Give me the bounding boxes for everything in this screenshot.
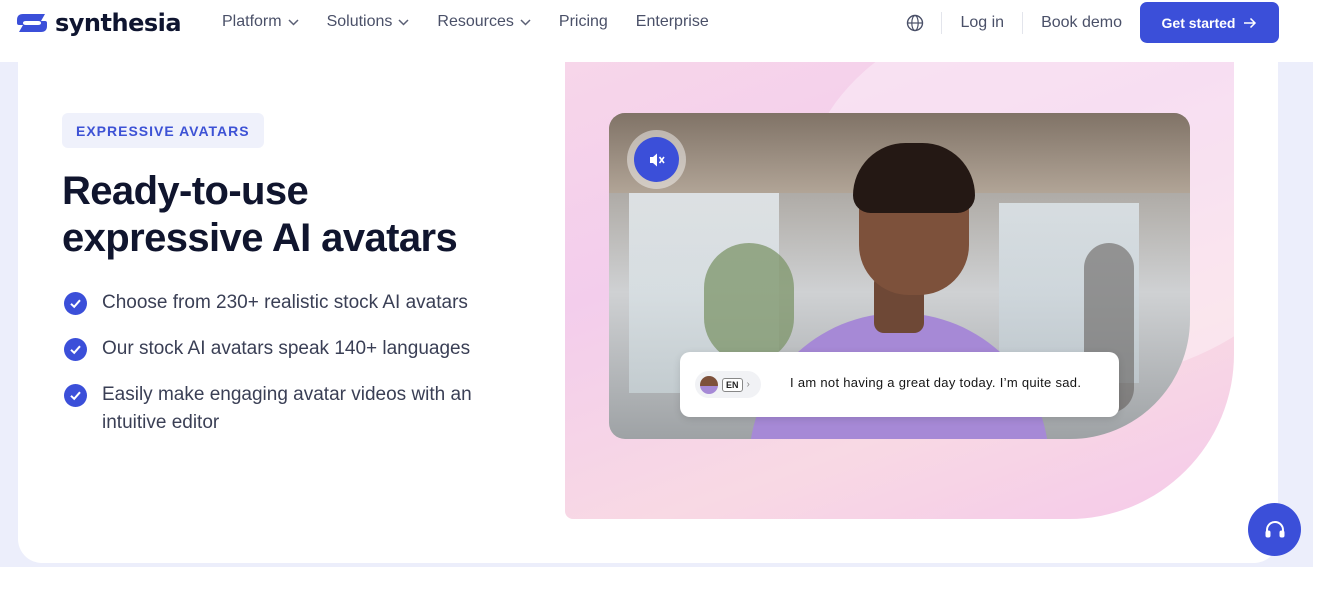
nav-pricing[interactable]: Pricing	[559, 13, 608, 31]
support-chat-button[interactable]	[1248, 503, 1301, 556]
title-line-1: Ready-to-use	[62, 169, 309, 213]
check-circle-icon	[64, 292, 87, 315]
check-circle-icon	[64, 338, 87, 361]
chevron-right-icon: ›	[746, 379, 750, 390]
feature-text: Easily make engaging avatar videos with …	[102, 384, 472, 433]
title-line-2: expressive AI avatars	[62, 216, 458, 260]
nav-label: Pricing	[558, 13, 608, 30]
feature-text: Choose from 230+ realistic stock AI avat…	[102, 292, 468, 313]
arrow-right-icon	[1244, 17, 1257, 28]
nav-resources[interactable]: Resources	[437, 13, 531, 31]
language-tag: EN	[722, 377, 743, 392]
list-item: Choose from 230+ realistic stock AI avat…	[64, 289, 534, 317]
chevron-down-icon	[288, 18, 299, 26]
feature-text: Our stock AI avatars speak 140+ language…	[102, 338, 471, 359]
book-demo-link[interactable]: Book demo	[1023, 14, 1140, 32]
nav-label: Enterprise	[635, 13, 709, 30]
caption-bar: EN › I am not having a great day today. …	[680, 352, 1119, 417]
logo[interactable]: synthesia	[17, 9, 182, 37]
language-selector[interactable]: EN ›	[695, 371, 761, 398]
chevron-down-icon	[398, 18, 409, 26]
check-circle-icon	[64, 384, 87, 407]
hero-title: Ready-to-use expressive AI avatars	[62, 168, 532, 262]
cta-label: Get started	[1161, 14, 1236, 31]
mute-button[interactable]	[634, 137, 679, 182]
list-item: Easily make engaging avatar videos with …	[64, 381, 534, 437]
video-background	[704, 243, 794, 363]
login-link[interactable]: Log in	[942, 14, 1022, 32]
nav-platform[interactable]: Platform	[222, 13, 299, 31]
list-item: Our stock AI avatars speak 140+ language…	[64, 335, 534, 363]
caption-text: I am not having a great day today. I’m q…	[790, 375, 1082, 390]
avatar	[700, 375, 718, 394]
headset-icon	[1265, 520, 1284, 537]
get-started-button[interactable]: Get started	[1140, 2, 1279, 43]
page: synthesia Platform Solutions Resources P…	[0, 0, 1318, 590]
site-header: synthesia Platform Solutions Resources P…	[0, 0, 1318, 62]
feature-list: Choose from 230+ realistic stock AI avat…	[64, 289, 534, 455]
brand-name: synthesia	[55, 9, 182, 37]
synthesia-logo-icon	[17, 12, 47, 34]
main-nav: Platform Solutions Resources Pricing Ent…	[222, 12, 737, 32]
eyebrow-badge: EXPRESSIVE AVATARS	[62, 113, 264, 148]
nav-enterprise[interactable]: Enterprise	[636, 13, 709, 31]
speaker-muted-icon	[649, 153, 665, 166]
nav-label: Solutions	[326, 13, 393, 30]
nav-label: Resources	[437, 13, 514, 30]
nav-solutions[interactable]: Solutions	[327, 13, 410, 31]
nav-label: Platform	[222, 13, 282, 30]
header-actions: Log in Book demo Get started	[906, 2, 1279, 43]
globe-icon[interactable]	[906, 14, 924, 32]
chevron-down-icon	[520, 18, 531, 26]
